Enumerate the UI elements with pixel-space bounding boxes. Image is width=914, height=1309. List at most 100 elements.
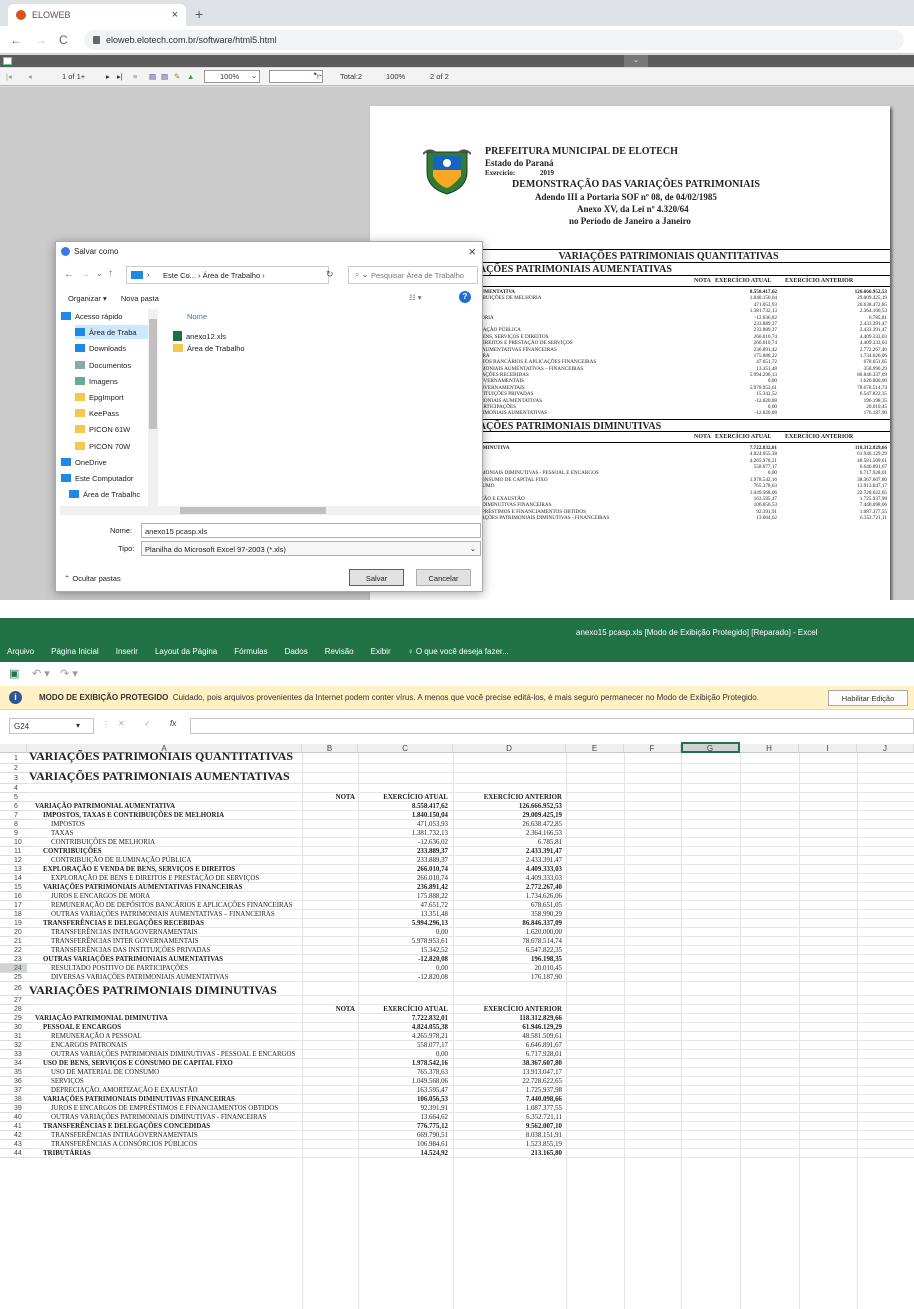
file-item[interactable]: anexo12.xls — [173, 331, 473, 344]
close-icon[interactable]: × — [468, 244, 476, 259]
ribbon-tab[interactable]: Exibir — [371, 647, 391, 656]
undo-icon[interactable]: ↶ ▾ — [32, 667, 50, 680]
refresh-icon[interactable]: ↻ — [326, 269, 334, 280]
ribbon-tab[interactable]: Fórmulas — [234, 647, 267, 656]
back-icon[interactable]: ← — [10, 33, 22, 47]
horizontal-scrollbar[interactable] — [60, 506, 480, 515]
column-header-j[interactable]: J — [857, 744, 914, 753]
row-header[interactable]: 11 — [0, 847, 27, 856]
last-page-icon[interactable]: ▸| — [117, 72, 123, 81]
back-icon[interactable]: ← — [64, 269, 74, 280]
ribbon-tab[interactable]: Layout da Página — [155, 647, 217, 656]
scroll-thumb[interactable] — [180, 507, 326, 514]
close-tab-icon[interactable]: × — [172, 9, 178, 21]
row-header[interactable]: 42 — [0, 1131, 27, 1140]
column-header-h[interactable]: H — [740, 744, 799, 753]
find-icon[interactable]: 🔭 — [313, 72, 322, 81]
selected-cell-g24[interactable] — [681, 742, 740, 753]
row-header[interactable]: 12 — [0, 856, 27, 865]
row-header[interactable]: 14 — [0, 874, 27, 883]
row-header[interactable]: 41 — [0, 1122, 27, 1131]
row-header[interactable]: 36 — [0, 1077, 27, 1086]
row-header[interactable]: 22 — [0, 946, 27, 955]
cell-area[interactable]: VARIAÇÕES PATRIMONIAIS QUANTITATIVAS VARI… — [27, 750, 914, 1309]
row-header[interactable]: 30 — [0, 1023, 27, 1032]
view-options-icon[interactable]: ☷ ▾ — [409, 293, 422, 302]
row-header[interactable]: 32 — [0, 1041, 27, 1050]
nav-item-picon-61w[interactable]: PICON 61W — [75, 422, 130, 436]
nav-item-downloads[interactable]: Downloads — [75, 341, 126, 355]
ribbon-tab[interactable]: ♀ O que você deseja fazer... — [408, 647, 509, 656]
select-all-corner[interactable] — [0, 744, 27, 753]
nav-item-desktop[interactable]: Área de Traba — [75, 325, 153, 340]
zoom-select[interactable]: 100% ⌄ — [204, 70, 260, 83]
filename-input[interactable]: anexo15 pcasp.xls — [141, 523, 481, 538]
column-header-c[interactable]: C — [358, 744, 453, 753]
url-field[interactable]: eloweb.elotech.com.br/software/html5.htm… — [84, 30, 904, 50]
row-header[interactable]: 44 — [0, 1149, 27, 1158]
print-icon[interactable]: ▤ — [149, 72, 156, 81]
row-header[interactable]: 2 — [0, 764, 27, 773]
row-header[interactable]: 38 — [0, 1095, 27, 1104]
row-header[interactable]: 31 — [0, 1032, 27, 1041]
folder-item[interactable]: Área de Trabalho — [173, 344, 473, 357]
row-header[interactable]: 17 — [0, 901, 27, 910]
export-icon[interactable]: ▤ — [161, 72, 168, 81]
function-icon[interactable]: fx — [170, 719, 176, 728]
forward-icon[interactable]: → — [80, 269, 90, 280]
save-button[interactable]: Salvar — [349, 569, 404, 586]
nav-item-documents[interactable]: Documentos — [75, 358, 131, 372]
vertical-scrollbar[interactable] — [148, 309, 158, 507]
row-header[interactable]: 6 — [0, 802, 27, 811]
row-header[interactable]: 20 — [0, 928, 27, 937]
row-header[interactable]: 15 — [0, 883, 27, 892]
cancel-button[interactable]: Cancelar — [416, 569, 471, 586]
chevron-down-icon[interactable]: ⌄ — [624, 55, 648, 67]
row-header[interactable]: 7 — [0, 811, 27, 820]
nav-item-keepass[interactable]: KeePass — [75, 406, 119, 420]
row-header[interactable]: 34 — [0, 1059, 27, 1068]
chevron-down-icon[interactable]: ⌄ — [96, 269, 103, 278]
enable-editing-button[interactable]: Habilitar Edição — [828, 690, 908, 706]
row-header[interactable]: 33 — [0, 1050, 27, 1059]
nav-item-onedrive[interactable]: OneDrive — [61, 455, 107, 469]
row-header[interactable]: 35 — [0, 1068, 27, 1077]
column-header-b[interactable]: B — [302, 744, 358, 753]
row-header[interactable]: 37 — [0, 1086, 27, 1095]
new-folder-button[interactable]: Nova pasta — [121, 294, 159, 303]
row-header[interactable]: 40 — [0, 1113, 27, 1122]
help-icon[interactable]: ? — [459, 291, 471, 303]
new-tab-icon[interactable]: + — [195, 6, 203, 22]
hide-folders-toggle[interactable]: ⌃ Ocultar pastas — [64, 574, 121, 583]
nav-item-quick-access[interactable]: Acesso rápido — [61, 309, 123, 323]
ribbon-tab[interactable]: Revisão — [325, 647, 354, 656]
first-page-icon[interactable]: |◂ — [6, 72, 12, 81]
ribbon-tab[interactable]: Página Inicial — [51, 647, 99, 656]
organize-menu[interactable]: Organizar ▾ — [68, 294, 107, 303]
row-header[interactable]: 25 — [0, 973, 27, 982]
row-header[interactable]: 4 — [0, 784, 27, 793]
row-header[interactable]: 39 — [0, 1104, 27, 1113]
row-header[interactable]: 27 — [0, 996, 27, 1005]
row-header[interactable]: 18 — [0, 910, 27, 919]
ribbon-tab[interactable]: Arquivo — [7, 647, 34, 656]
column-header-name[interactable]: Nome — [173, 309, 473, 331]
row-header[interactable]: 21 — [0, 937, 27, 946]
row-header[interactable]: 19 — [0, 919, 27, 928]
column-header-i[interactable]: I — [799, 744, 857, 753]
path-breadcrumb[interactable]: › Este Co... › Área de Trabalho › ⌄ — [126, 266, 368, 284]
reload-icon[interactable]: C — [59, 33, 68, 47]
nav-item-picon-70w[interactable]: PICON 70W — [75, 439, 130, 453]
row-header[interactable]: 13 — [0, 865, 27, 874]
row-header[interactable]: 10 — [0, 838, 27, 847]
column-header-e[interactable]: E — [566, 744, 624, 753]
row-header[interactable]: 1 — [0, 753, 27, 764]
row-header[interactable]: 24 — [0, 964, 27, 973]
row-header[interactable]: 23 — [0, 955, 27, 964]
row-header[interactable]: 28 — [0, 1005, 27, 1014]
refresh-icon[interactable]: ✎ — [174, 72, 180, 81]
save-icon[interactable]: ▣ — [9, 667, 19, 680]
ribbon-tab[interactable]: Inserir — [116, 647, 138, 656]
search-input[interactable]: ⌕ Pesquisar Área de Trabalho — [348, 266, 478, 284]
row-header[interactable]: 43 — [0, 1140, 27, 1149]
